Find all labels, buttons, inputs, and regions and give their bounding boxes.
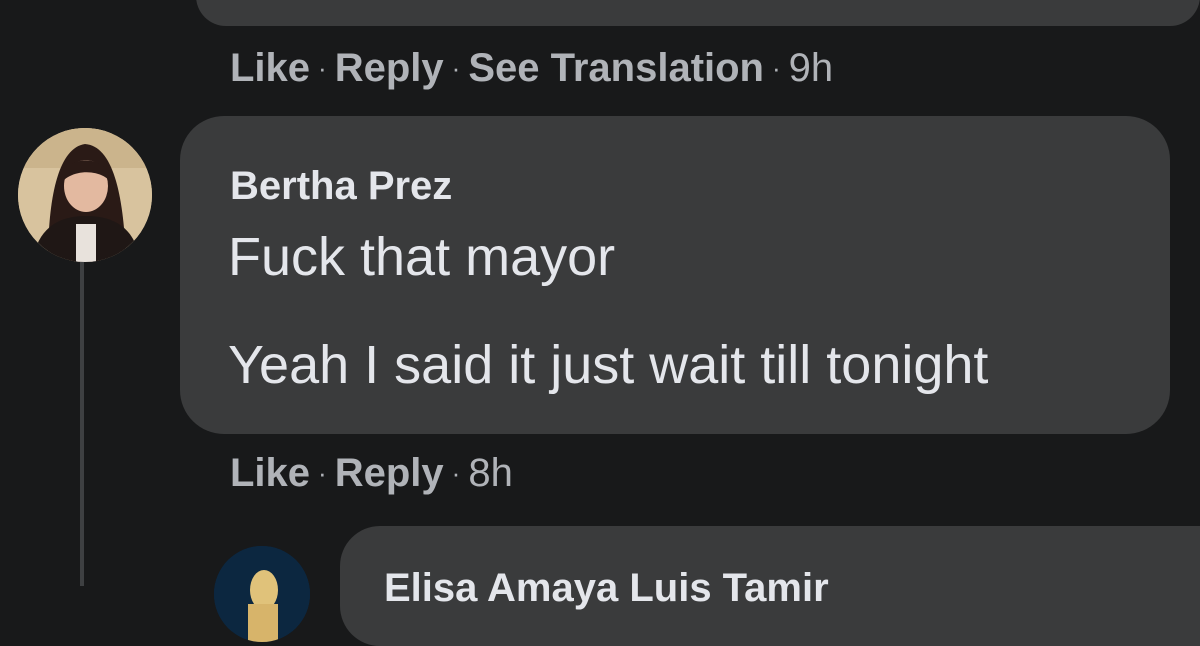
comment-text-line: Fuck that mayor [228,227,616,287]
previous-comment-actions: Like · Reply · See Translation · 9h [230,46,833,91]
separator-dot: · [451,458,461,488]
reply-bubble: Elisa Amaya Luis Tamir [340,526,1200,646]
comment-text-line: Yeah I said it just wait till tonight [228,335,989,395]
reply-button[interactable]: Reply [335,46,444,91]
separator-dot: · [772,53,781,83]
comment-bubble: Bertha Prez Fuck that mayor Yeah I said … [180,116,1170,434]
reply-author-name[interactable]: Elisa Amaya Luis Tamir [384,566,829,611]
thread-line [80,250,84,586]
like-button[interactable]: Like [230,46,310,91]
comment-actions: Like · Reply · 8h [230,451,513,496]
profile-photo-icon [18,128,152,262]
timestamp-link[interactable]: 8h [468,451,513,496]
see-translation-button[interactable]: See Translation [468,46,764,91]
comment-author-name[interactable]: Bertha Prez [230,164,452,209]
previous-comment-bubble [196,0,1200,26]
avatar[interactable] [18,128,152,262]
timestamp-link[interactable]: 9h [789,46,834,91]
reply-button[interactable]: Reply [335,451,444,496]
like-button[interactable]: Like [230,451,310,496]
separator-dot: · [318,458,327,488]
separator-dot: · [318,53,327,83]
separator-dot: · [451,53,461,83]
profile-photo-icon [214,546,310,642]
reply-avatar[interactable] [214,546,310,642]
